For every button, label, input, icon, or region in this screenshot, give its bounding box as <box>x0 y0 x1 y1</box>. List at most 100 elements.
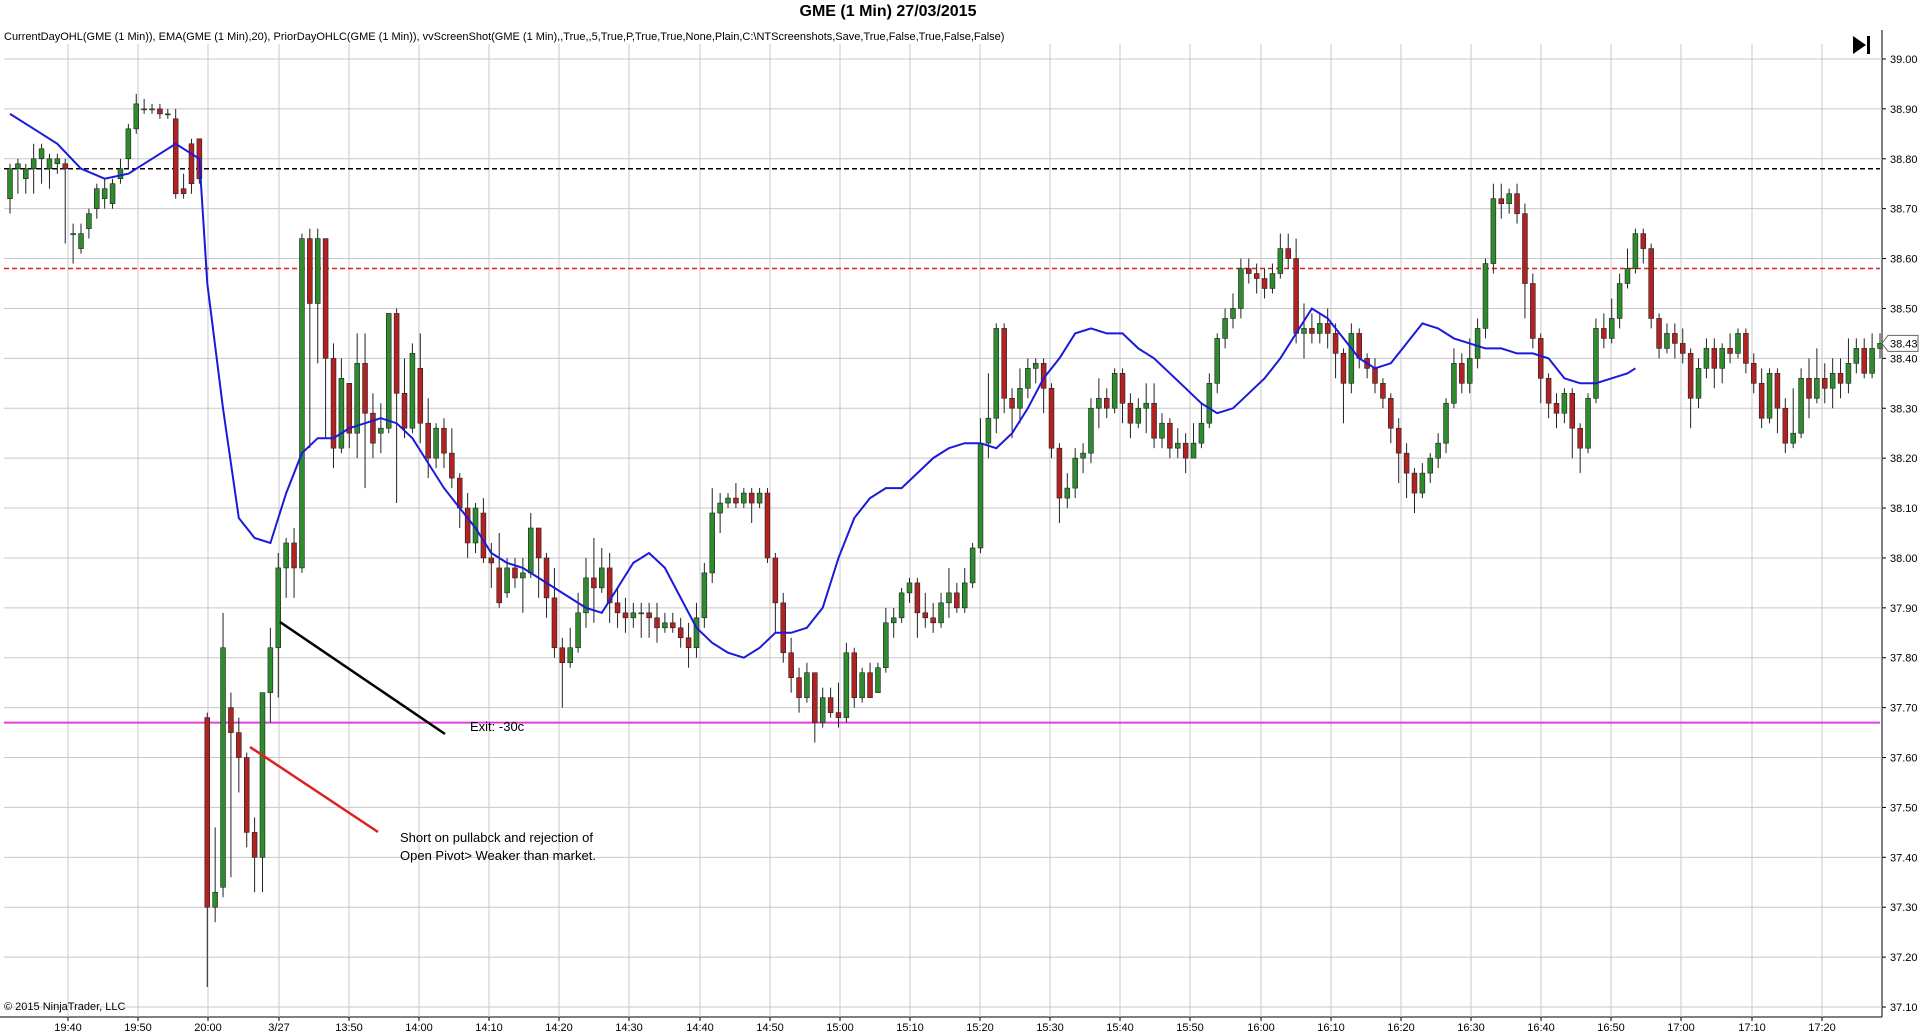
candle <box>1111 368 1118 414</box>
x-tick-label: 17:20 <box>1808 1022 1836 1034</box>
candle-body <box>961 582 968 609</box>
candle-body <box>946 592 952 604</box>
candle <box>409 343 416 434</box>
candle-body <box>733 497 739 504</box>
candle-body <box>307 238 313 304</box>
candle-body <box>1056 447 1063 499</box>
price-chart[interactable]: Exit: -30c Short on pullabck and rejecti… <box>0 0 1920 1034</box>
candle-body <box>1530 283 1536 339</box>
candle <box>299 233 305 573</box>
candle-body <box>670 622 676 629</box>
skip-to-end-icon[interactable] <box>1846 32 1872 56</box>
x-tick-label: 15:10 <box>896 1022 924 1034</box>
candle-body <box>1080 452 1086 459</box>
candle-body <box>859 672 865 698</box>
candle <box>859 667 865 703</box>
candle-body <box>236 732 242 758</box>
candle-body <box>1324 323 1331 334</box>
candle-body <box>70 233 76 235</box>
candle-body <box>1009 397 1015 409</box>
candle-body <box>748 492 755 504</box>
candle-body <box>1624 268 1631 284</box>
candle-body <box>275 567 282 649</box>
candle-body <box>591 577 597 589</box>
x-tick-label: 15:00 <box>826 1022 854 1034</box>
candle-body <box>890 617 897 624</box>
candle-body <box>1435 442 1441 459</box>
candle-body <box>322 238 329 359</box>
y-tick-label: 38.40 <box>1890 353 1918 365</box>
candle-body <box>883 622 889 669</box>
candle-body <box>1490 198 1497 264</box>
candle-body <box>62 163 68 170</box>
x-tick-label: 14:30 <box>615 1022 643 1034</box>
candle-body <box>1356 333 1362 359</box>
candle-body <box>930 617 936 624</box>
indicator-list: CurrentDayOHL(GME (1 Min)), EMA(GME (1 M… <box>4 31 1004 43</box>
candle-body <box>212 891 218 908</box>
candle-body <box>1064 487 1071 499</box>
candle-body <box>1837 373 1844 384</box>
candle-body <box>677 627 684 639</box>
candle-body <box>1411 472 1418 494</box>
candle <box>701 562 708 628</box>
candle-body <box>1127 402 1134 424</box>
candle-body <box>535 527 542 559</box>
candle-body <box>1222 318 1228 339</box>
candle-body <box>251 832 258 858</box>
candle-body <box>843 652 850 718</box>
candle-body <box>330 358 337 449</box>
candle-body <box>488 557 495 564</box>
candle-body <box>654 617 660 629</box>
candle-body <box>906 582 913 594</box>
candle-body <box>977 442 984 549</box>
candle-body <box>1640 233 1647 249</box>
y-tick-label: 38.90 <box>1890 104 1918 116</box>
x-tick-label: 15:20 <box>966 1022 994 1034</box>
candle <box>1088 398 1094 464</box>
candle-body <box>528 527 534 574</box>
candle-body <box>1348 333 1355 384</box>
candle-body <box>898 592 905 619</box>
candle-body <box>685 637 692 649</box>
candle-body <box>512 567 518 579</box>
candle-body <box>1695 368 1702 399</box>
candle-body <box>385 313 392 429</box>
candle-body <box>1388 397 1394 429</box>
x-tick-label: 15:40 <box>1106 1022 1134 1034</box>
candle-body <box>228 707 234 733</box>
candle-body <box>464 507 471 544</box>
y-tick-label: 37.40 <box>1890 852 1918 864</box>
x-tick-label: 19:40 <box>54 1022 82 1034</box>
x-tick-label: 13:50 <box>335 1022 363 1034</box>
candle-body <box>630 612 637 619</box>
candle-body <box>1774 373 1781 409</box>
candle-body <box>23 168 29 180</box>
candle-body <box>1608 318 1615 339</box>
x-tick-label: 16:40 <box>1527 1022 1555 1034</box>
x-tick-label: 15:50 <box>1176 1022 1204 1034</box>
candle-body <box>622 612 629 619</box>
x-tick-label: 14:50 <box>756 1022 784 1034</box>
candle-body <box>204 717 211 908</box>
y-tick-label: 38.30 <box>1890 403 1918 415</box>
candle-body <box>1545 378 1552 404</box>
candle-body <box>804 672 810 698</box>
y-tick-label: 38.60 <box>1890 254 1918 266</box>
candle-body <box>433 427 439 459</box>
candle-body <box>1190 442 1197 459</box>
x-tick-label: 14:00 <box>405 1022 433 1034</box>
candle-body <box>1119 373 1126 404</box>
candle-body <box>417 368 424 424</box>
candle-body <box>741 492 747 504</box>
x-tick-label: 14:10 <box>475 1022 503 1034</box>
x-tick-label: 17:10 <box>1738 1022 1766 1034</box>
candle <box>1648 243 1654 329</box>
candle-body <box>1679 343 1686 354</box>
candle-body <box>717 502 723 514</box>
candle-body <box>1025 368 1031 389</box>
candle-body <box>1861 348 1867 374</box>
candle-body <box>1798 378 1804 434</box>
candle <box>1348 323 1355 394</box>
candle <box>898 587 905 623</box>
